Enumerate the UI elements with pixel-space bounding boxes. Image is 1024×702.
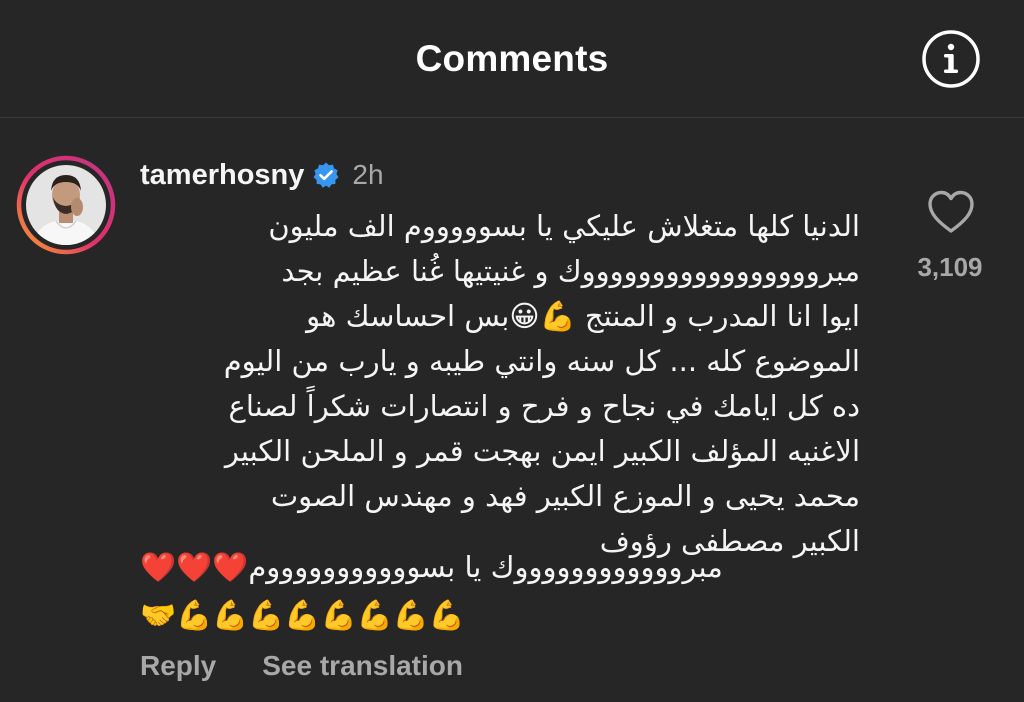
comment-line: ده كل ايامك في نجاح و فرح و انتصارات شكر… bbox=[228, 389, 860, 423]
comment-actions: Reply See translation bbox=[140, 650, 463, 682]
info-icon[interactable] bbox=[920, 28, 982, 90]
page-title: Comments bbox=[415, 38, 609, 79]
header-divider bbox=[0, 117, 1024, 118]
heart-icon[interactable] bbox=[925, 188, 977, 236]
avatar[interactable] bbox=[16, 155, 116, 255]
comment-line: الاغنيه المؤلف الكبير ايمن بهجت قمر و ال… bbox=[224, 434, 860, 468]
comment-line: الموضوع كله ... كل سنه وانتي طيبه و يارب… bbox=[223, 344, 860, 378]
comment-emoji-line: 💪💪💪💪💪💪💪💪🤝 bbox=[140, 598, 465, 632]
reply-button[interactable]: Reply bbox=[140, 650, 216, 682]
comments-header: Comments bbox=[0, 0, 1024, 118]
comment-line: محمد يحيى و الموزع الكبير فهد و مهندس ال… bbox=[270, 479, 860, 513]
comment-line: ايوا انا المدرب و المنتج 💪😀بس احساسك هو bbox=[306, 299, 860, 333]
comment-timestamp: 2h bbox=[352, 159, 384, 190]
comment-header: tamerhosny 2h bbox=[140, 155, 384, 195]
comment-body: الدنيا كلها متغلاش عليكي يا بسوووووم الف… bbox=[120, 204, 860, 564]
comments-screen: Comments tamerhosny 2h الدنيا كلها متغلا… bbox=[0, 0, 1024, 702]
verified-badge-icon bbox=[312, 161, 340, 189]
username[interactable]: tamerhosny bbox=[140, 159, 304, 192]
comment-line: الدنيا كلها متغلاش عليكي يا بسوووووم الف… bbox=[268, 209, 860, 243]
comment-emoji-line: مبرووووووووووووك يا بسوووووووووووم❤️❤️❤️ bbox=[140, 550, 723, 584]
comment-line: مبروووووووووووووووووك و غنيتيها غُنا عظي… bbox=[281, 254, 860, 288]
see-translation-button[interactable]: See translation bbox=[262, 650, 463, 682]
like-count: 3,109 bbox=[917, 252, 983, 282]
